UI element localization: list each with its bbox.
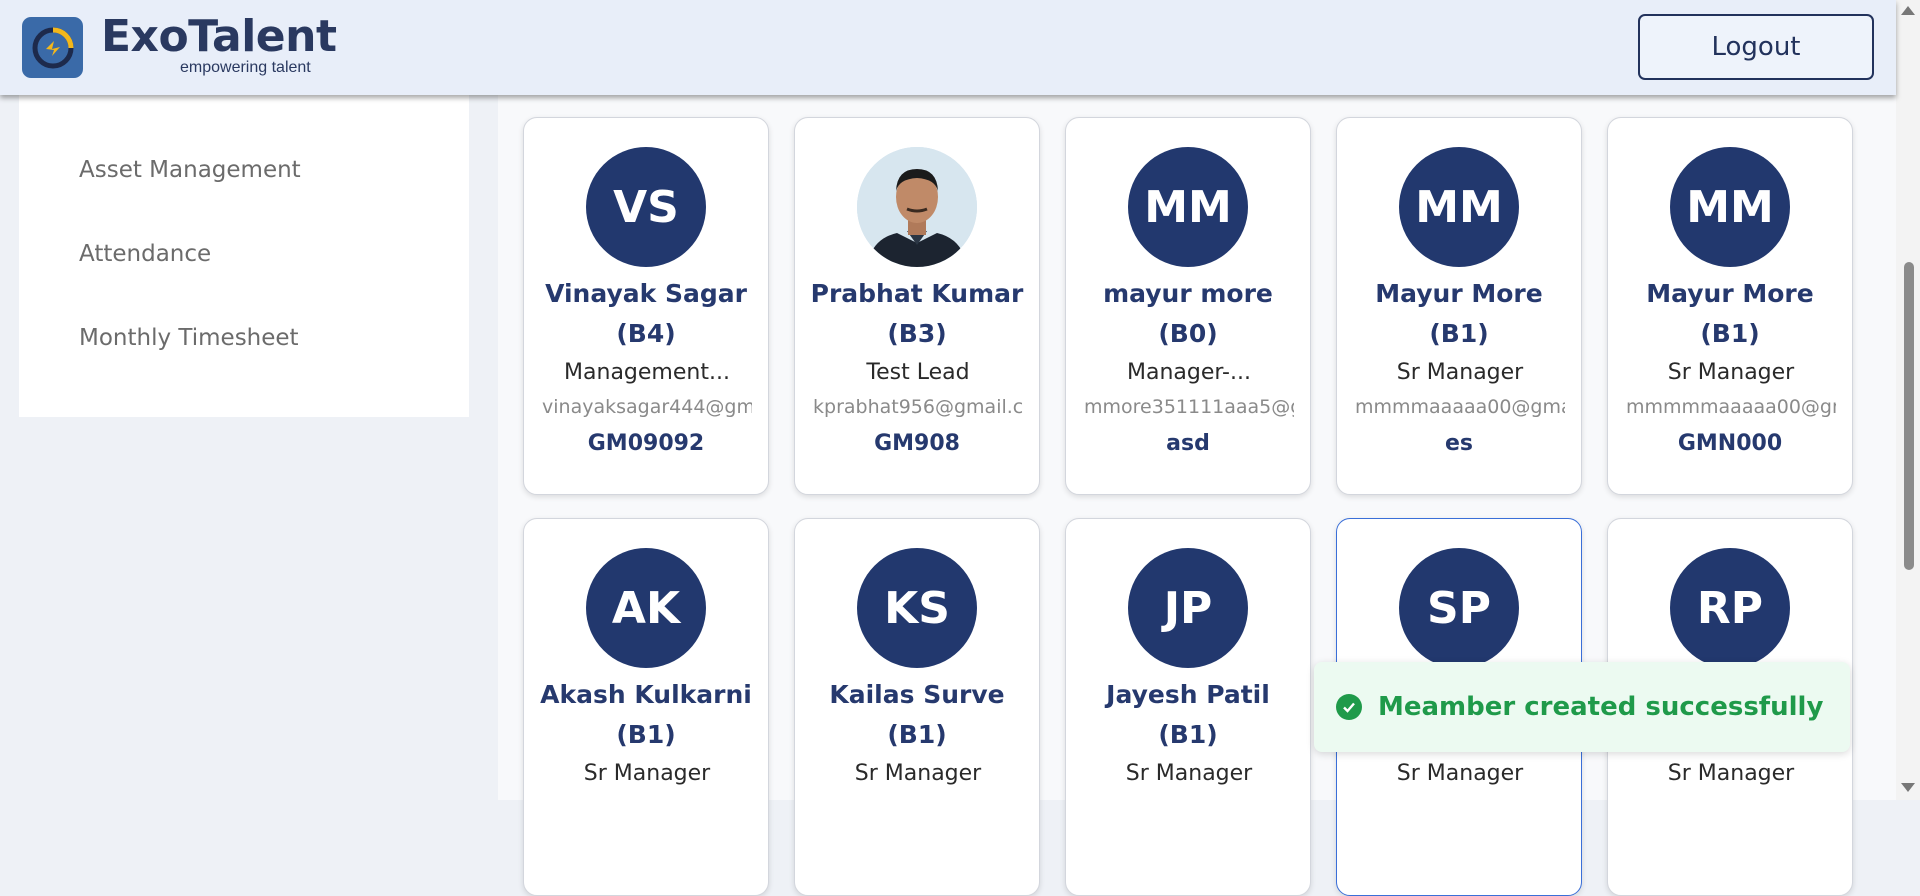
member-card[interactable]: VS Vinayak Sagar (B4) Management... vina…	[523, 117, 769, 495]
member-code: asd	[1166, 431, 1210, 456]
avatar: SP	[1399, 548, 1519, 668]
avatar: MM	[1399, 147, 1519, 267]
sidebar-item-asset-management[interactable]: Asset Management	[79, 157, 301, 183]
scrollbar-thumb[interactable]	[1904, 262, 1914, 570]
member-name: Prabhat Kumar	[810, 279, 1024, 308]
avatar: RP	[1670, 548, 1790, 668]
member-role: Sr Manager	[1667, 761, 1795, 786]
member-role: Sr Manager	[1396, 360, 1524, 385]
member-band: (B1)	[1700, 319, 1760, 348]
avatar: VS	[586, 147, 706, 267]
member-role: Sr Manager	[1667, 360, 1795, 385]
member-card[interactable]: MM Mayur More (B1) Sr Manager mmmmaaaaa0…	[1336, 117, 1582, 495]
member-band: (B4)	[616, 319, 676, 348]
member-name: Mayur More	[1375, 279, 1543, 308]
avatar: MM	[1670, 147, 1790, 267]
avatar-photo	[857, 147, 977, 267]
member-role: Sr Manager	[854, 761, 982, 786]
avatar: AK	[586, 548, 706, 668]
member-card[interactable]: MM mayur more (B0) Manager-... mmore3511…	[1065, 117, 1311, 495]
member-email: kprabhat956@gmail.com	[813, 396, 1023, 418]
top-header: ExoTalent empowering talent Logout	[0, 0, 1896, 95]
sidebar-item-monthly-timesheet[interactable]: Monthly Timesheet	[79, 325, 299, 351]
member-role: Management...	[564, 360, 730, 385]
member-email: mmore351111aaa5@gmail.com	[1084, 396, 1294, 418]
member-name: mayur more	[1103, 279, 1273, 308]
member-email: mmmmmaaaaa00@gmail.com	[1626, 396, 1836, 418]
member-role: Test Lead	[866, 360, 970, 385]
member-name: Akash Kulkarni	[540, 680, 752, 709]
member-name: Kailas Surve	[829, 680, 1005, 709]
sidebar-item-attendance[interactable]: Attendance	[79, 241, 211, 267]
brand-name: ExoTalent	[101, 11, 337, 62]
member-card[interactable]: KS Kailas Surve (B1) Sr Manager	[794, 518, 1040, 896]
success-toast[interactable]: Meamber created successfully	[1314, 662, 1850, 752]
member-role: Sr Manager	[583, 761, 711, 786]
avatar: JP	[1128, 548, 1248, 668]
member-name: Jayesh Patil	[1106, 680, 1270, 709]
member-name: Mayur More	[1646, 279, 1814, 308]
member-name: Vinayak Sagar	[545, 279, 747, 308]
member-code: GM09092	[587, 431, 705, 456]
scroll-down-arrow-icon[interactable]	[1901, 783, 1915, 792]
exotalent-logo-icon[interactable]	[22, 17, 83, 78]
member-band: (B1)	[616, 720, 676, 749]
member-band: (B1)	[887, 720, 947, 749]
member-email: vinayaksagar444@gmail.com	[542, 396, 752, 418]
member-card[interactable]: Prabhat Kumar (B3) Test Lead kprabhat956…	[794, 117, 1040, 495]
avatar: MM	[1128, 147, 1248, 267]
member-card[interactable]: JP Jayesh Patil (B1) Sr Manager	[1065, 518, 1311, 896]
logout-button[interactable]: Logout	[1638, 14, 1874, 80]
avatar: KS	[857, 548, 977, 668]
sidebar-nav: Asset Management Attendance Monthly Time…	[19, 95, 469, 417]
member-card[interactable]: MM Mayur More (B1) Sr Manager mmmmmaaaaa…	[1607, 117, 1853, 495]
toast-message: Meamber created successfully	[1378, 692, 1824, 722]
member-email: mmmmaaaaa00@gmail.com	[1355, 396, 1565, 418]
member-band: (B1)	[1429, 319, 1489, 348]
check-circle-icon	[1336, 694, 1362, 720]
brand-tagline: empowering talent	[180, 59, 311, 76]
scroll-up-arrow-icon[interactable]	[1901, 6, 1915, 15]
member-role: Sr Manager	[1125, 761, 1253, 786]
member-card[interactable]: AK Akash Kulkarni (B1) Sr Manager	[523, 518, 769, 896]
member-code: es	[1444, 431, 1473, 456]
member-role: Manager-...	[1127, 360, 1251, 385]
member-role: Sr Manager	[1396, 761, 1524, 786]
member-code: GM908	[874, 431, 960, 456]
member-code: GMN000	[1677, 431, 1783, 456]
member-band: (B0)	[1158, 319, 1218, 348]
member-band: (B3)	[887, 319, 947, 348]
member-band: (B1)	[1158, 720, 1218, 749]
